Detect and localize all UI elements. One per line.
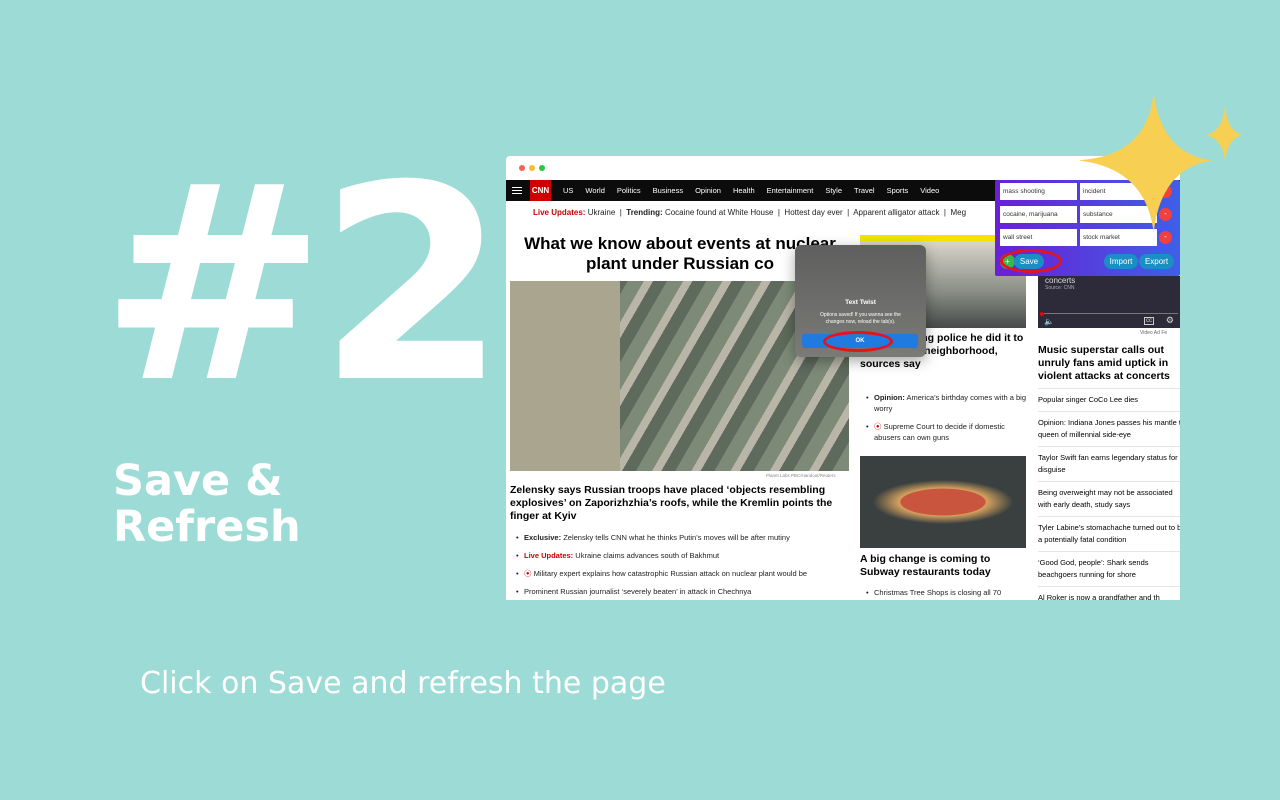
nav-item[interactable]: Politics [617,186,641,195]
close-window-dot[interactable] [519,165,525,171]
list-item[interactable]: Exclusive: Zelensky tells CNN what he th… [514,532,844,543]
trending-label: Trending: [626,208,663,217]
volume-icon[interactable]: 🔈 [1044,317,1054,326]
find-input[interactable]: cocaine, marijuana [1000,206,1077,223]
video-title: concerts [1045,276,1076,285]
nav-item[interactable]: Video [920,186,939,195]
cnn-logo[interactable]: CNN [530,180,551,201]
find-input[interactable]: wall street [1000,229,1077,246]
subway-sandwich-image[interactable] [860,456,1026,548]
main-story-link[interactable]: Zelensky says Russian troops have placed… [510,484,840,523]
list-item[interactable]: ‘Good God, people’: Shark sends beachgoe… [1038,551,1180,586]
middle-bullets: Opinion: America’s birthday comes with a… [864,392,1029,450]
list-item[interactable]: Christmas Tree Shops is closing all 70 [864,587,1029,598]
nav-item[interactable]: Entertainment [767,186,814,195]
main-bullets: Exclusive: Zelensky tells CNN what he th… [514,532,844,600]
trending-bar: Live Updates: Ukraine | Trending: Cocain… [533,208,967,217]
video-source: Source: CNN [1045,285,1075,291]
video-player[interactable]: concerts Source: CNN 🔈 cc ⚙ [1038,276,1180,328]
play-icon: ⦿ [524,569,532,578]
nav-item[interactable]: Business [653,186,683,195]
trending-link[interactable]: Ukraine [588,208,616,217]
dialog-title: Text Twist [845,299,876,306]
list-item[interactable]: Opinion: America’s birthday comes with a… [864,392,1029,414]
find-input[interactable]: mass shooting [1000,183,1077,200]
ok-highlight-ring [823,331,893,352]
save-highlight-ring [1000,249,1062,273]
list-item[interactable]: Being overweight may not be associated w… [1038,481,1180,516]
nav-item[interactable]: Style [825,186,842,195]
play-icon: ⦿ [874,422,882,431]
list-item[interactable]: ⦿ Military expert explains how catastrop… [514,568,844,579]
import-button[interactable]: Import [1104,254,1138,269]
list-item[interactable]: ⦿ Supreme Court to decide if domestic ab… [864,421,1029,443]
image-credit: Planet Labs PBC/Handout/Reuters [766,473,836,478]
export-button[interactable]: Export [1139,254,1174,269]
list-item[interactable]: Prominent Russian journalist ‘severely b… [514,586,844,597]
list-item[interactable]: Al Roker is now a grandfather and th [1038,586,1180,600]
step-caption: Click on Save and refresh the page [140,666,666,701]
list-item[interactable]: Live Updates: Ukraine claims advances so… [514,550,844,561]
step-number: #2 [100,127,506,442]
list-item[interactable]: Tyler Labine’s stomachache turned out to… [1038,516,1180,551]
video-ad-feedback[interactable]: Video Ad Fe [1140,330,1167,336]
captions-icon[interactable]: cc [1144,317,1154,325]
maximize-window-dot[interactable] [539,165,545,171]
sparkle-icon [1080,91,1243,233]
list-item[interactable]: Opinion: Indiana Jones passes his mantle… [1038,411,1180,446]
list-item[interactable]: Popular singer CoCo Lee dies [1038,388,1180,411]
nav-item[interactable]: Sports [887,186,909,195]
trending-link[interactable]: Meg [950,208,966,217]
right-list: Popular singer CoCo Lee dies Opinion: In… [1038,388,1180,600]
trending-link[interactable]: Cocaine found at White House [665,208,774,217]
list-item[interactable]: Taylor Swift fan earns legendary status … [1038,446,1180,481]
menu-icon[interactable] [512,187,522,194]
live-label: Live Updates: [533,208,586,217]
nav-item[interactable]: Health [733,186,755,195]
nav-item[interactable]: World [585,186,604,195]
dialog-message: Options saved! If you wanna see the chan… [820,312,901,325]
nav-item[interactable]: Travel [854,186,875,195]
middle-bullets-2: Christmas Tree Shops is closing all 70 [864,587,1029,600]
trending-link[interactable]: Apparent alligator attack [853,208,939,217]
minimize-window-dot[interactable] [529,165,535,171]
trending-link[interactable]: Hottest day ever [784,208,842,217]
right-story-link[interactable]: Music superstar calls out unruly fans am… [1038,344,1180,383]
step-title: Save & Refresh [113,456,301,552]
nav-item[interactable]: Opinion [695,186,721,195]
nav-item[interactable]: US [563,186,573,195]
subway-story-link[interactable]: A big change is coming to Subway restaur… [860,553,1026,579]
settings-icon[interactable]: ⚙ [1166,315,1174,326]
